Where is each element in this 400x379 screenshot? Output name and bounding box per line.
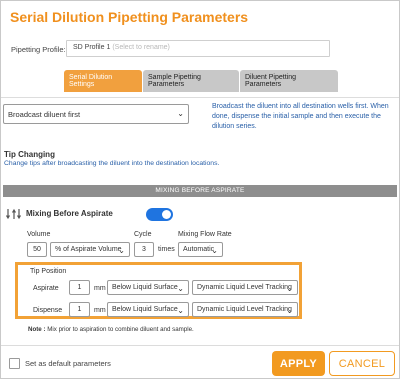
chevron-down-icon: ⌄: [286, 284, 293, 293]
tab-bar: Serial Dilution Settings Sample Pipettin…: [64, 70, 339, 92]
profile-name-input[interactable]: SD Profile 1 (Select to rename): [66, 40, 330, 57]
aspirate-label: Aspirate: [33, 285, 59, 292]
dispense-reference-select[interactable]: Below Liquid Surface ⌄: [107, 302, 189, 317]
aspirate-depth-input[interactable]: 1: [69, 280, 90, 295]
dispense-unit: mm: [94, 307, 106, 314]
tip-changing-description: Change tips after broadcasting the dilue…: [4, 160, 220, 167]
volume-unit-value: % of Aspirate Volume: [55, 246, 122, 253]
tab-diluent-pipetting-parameters[interactable]: Diluent Pipetting Parameters: [240, 70, 338, 92]
aspirate-tracking-select[interactable]: Dynamic Liquid Level Tracking ⌄: [192, 280, 298, 295]
mixing-note: Note : Mix prior to aspiration to combin…: [28, 326, 194, 333]
flow-rate-label: Mixing Flow Rate: [178, 231, 232, 238]
note-prefix: Note :: [28, 326, 46, 333]
cycle-unit: times: [158, 246, 175, 253]
dispense-tracking-value: Dynamic Liquid Level Tracking: [197, 306, 292, 313]
dispense-reference-value: Below Liquid Surface: [112, 306, 178, 313]
dispense-depth-input[interactable]: 1: [69, 302, 90, 317]
settings-panel: Broadcast diluent first ⌄ Broadcast the …: [1, 97, 399, 345]
set-default-label: Set as default parameters: [25, 359, 111, 368]
chevron-down-icon: ⌄: [177, 109, 184, 118]
mixing-before-aspirate-label: Mixing Before Aspirate: [26, 209, 113, 218]
aspirate-unit: mm: [94, 285, 106, 292]
mixing-toggle[interactable]: [146, 208, 173, 221]
profile-rename-hint: (Select to rename): [112, 44, 170, 51]
tip-changing-title: Tip Changing: [4, 150, 55, 159]
tip-position-group: Tip Position Aspirate 1 mm Below Liquid …: [15, 262, 302, 319]
chevron-down-icon: ⌄: [177, 284, 184, 293]
apply-button[interactable]: APPLY: [272, 351, 325, 376]
chevron-down-icon: ⌄: [286, 306, 293, 315]
chevron-down-icon: ⌄: [177, 306, 184, 315]
flow-rate-select[interactable]: Automatic ⌄: [178, 242, 223, 257]
broadcast-mode-select[interactable]: Broadcast diluent first ⌄: [3, 104, 189, 124]
mixing-section-header: MIXING BEFORE ASPIRATE: [3, 185, 397, 197]
broadcast-mode-value: Broadcast diluent first: [8, 109, 81, 119]
aspirate-tracking-value: Dynamic Liquid Level Tracking: [197, 284, 292, 291]
tab-sample-pipetting-parameters[interactable]: Sample Pipetting Parameters: [143, 70, 239, 92]
note-text: Mix prior to aspiration to combine dilue…: [47, 326, 194, 333]
cancel-button[interactable]: CANCEL: [329, 351, 395, 376]
volume-input[interactable]: 50: [27, 242, 47, 257]
mixing-icon: [5, 208, 22, 223]
chevron-down-icon: ⌄: [211, 246, 218, 255]
toggle-knob: [162, 210, 171, 219]
volume-label: Volume: [27, 231, 51, 238]
tab-serial-dilution-settings[interactable]: Serial Dilution Settings: [64, 70, 142, 92]
dispense-tracking-select[interactable]: Dynamic Liquid Level Tracking ⌄: [192, 302, 298, 317]
dialog-footer: Set as default parameters APPLY CANCEL: [1, 345, 399, 379]
cycle-input[interactable]: 3: [134, 242, 154, 257]
broadcast-description: Broadcast the diluent into all destinati…: [212, 103, 389, 130]
aspirate-reference-value: Below Liquid Surface: [112, 284, 178, 291]
volume-unit-select[interactable]: % of Aspirate Volume ⌄: [50, 242, 130, 257]
tip-position-title: Tip Position: [30, 268, 67, 275]
chevron-down-icon: ⌄: [118, 246, 125, 255]
cycle-label: Cycle: [134, 231, 152, 238]
pipetting-parameters-dialog: Serial Dilution Pipetting Parameters Pip…: [0, 0, 400, 379]
set-default-checkbox[interactable]: [9, 358, 20, 369]
aspirate-reference-select[interactable]: Below Liquid Surface ⌄: [107, 280, 189, 295]
flow-rate-value: Automatic: [183, 246, 215, 253]
profile-name-value: SD Profile 1: [73, 44, 111, 51]
dispense-label: Dispense: [33, 307, 63, 314]
profile-label: Pipetting Profile:: [11, 45, 66, 54]
dialog-title: Serial Dilution Pipetting Parameters: [10, 9, 249, 25]
